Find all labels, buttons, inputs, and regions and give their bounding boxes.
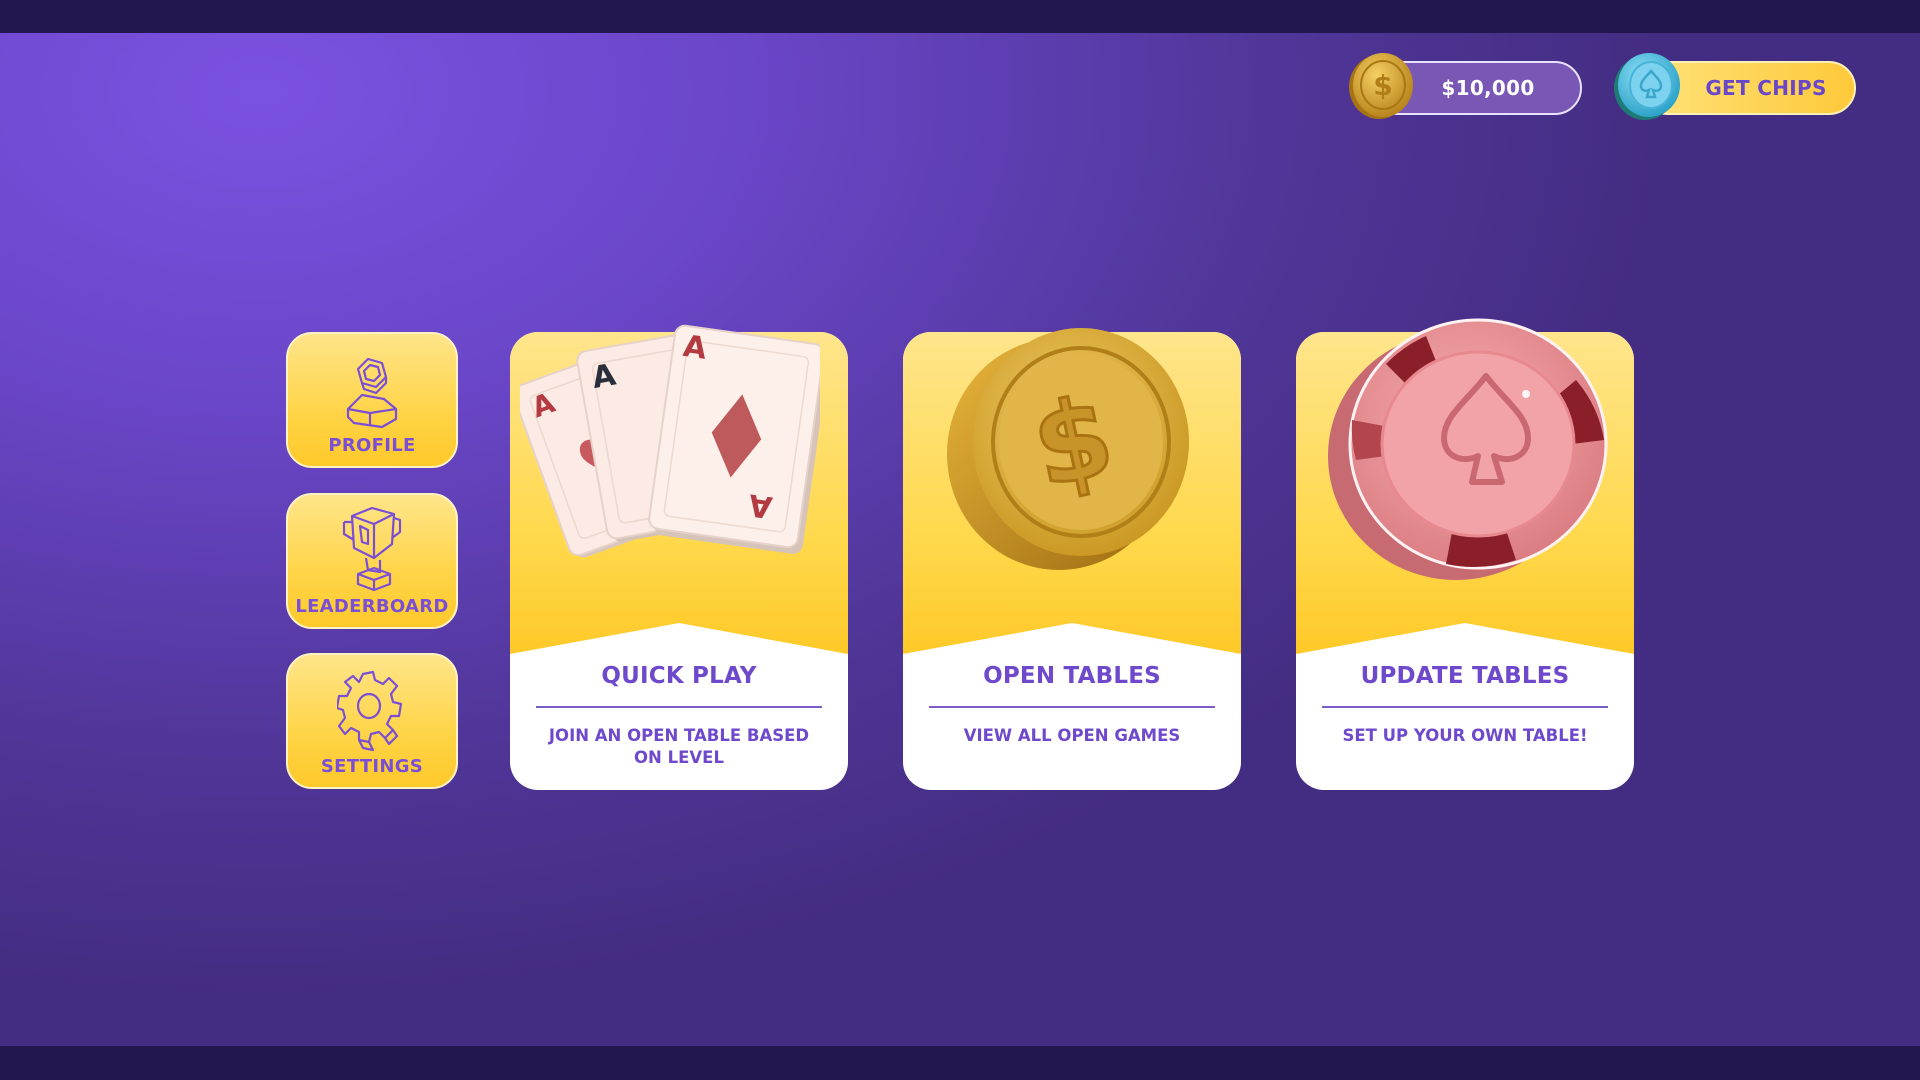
trophy-icon xyxy=(342,506,402,592)
top-letterbox-bar xyxy=(0,0,1920,33)
gold-coin-icon: $ xyxy=(1349,53,1413,119)
poker-chip-icon xyxy=(1328,318,1608,580)
leaderboard-button[interactable]: LEADERBOARD xyxy=(286,493,458,629)
card-description: SET UP YOUR OWN TABLE! xyxy=(1342,726,1588,745)
update-tables-card[interactable]: UPDATE TABLES SET UP YOUR OWN TABLE! xyxy=(1296,318,1634,790)
playing-cards-icon: A A A A xyxy=(520,324,820,558)
card-title: OPEN TABLES xyxy=(983,663,1161,689)
card-description: VIEW ALL OPEN GAMES xyxy=(963,726,1181,745)
balance-value: $10,000 xyxy=(1441,76,1535,100)
leaderboard-label: LEADERBOARD xyxy=(295,596,449,617)
profile-icon xyxy=(346,357,398,429)
profile-button[interactable]: PROFILE xyxy=(286,332,458,468)
card-divider xyxy=(929,706,1215,708)
blue-chip-icon xyxy=(1614,53,1680,120)
card-title: UPDATE TABLES xyxy=(1360,663,1570,689)
profile-label: PROFILE xyxy=(328,435,416,456)
card-description: JOIN AN OPEN TABLE BASED ON LEVEL xyxy=(548,726,810,767)
open-tables-card[interactable]: OPEN TABLES VIEW ALL OPEN GAMES $ xyxy=(903,328,1241,790)
gear-icon xyxy=(337,670,403,752)
settings-button[interactable]: SETTINGS xyxy=(286,653,458,789)
quick-play-card[interactable]: QUICK PLAY JOIN AN OPEN TABLE BASED ON L… xyxy=(510,324,848,790)
settings-label: SETTINGS xyxy=(320,756,424,777)
card-divider xyxy=(536,706,822,708)
svg-text:$: $ xyxy=(1373,69,1392,102)
get-chips-label: GET CHIPS xyxy=(1705,76,1827,100)
gold-coin-icon: $ xyxy=(947,328,1189,570)
bottom-letterbox-bar xyxy=(0,1046,1920,1080)
card-title: QUICK PLAY xyxy=(601,663,757,689)
card-divider xyxy=(1322,706,1608,708)
